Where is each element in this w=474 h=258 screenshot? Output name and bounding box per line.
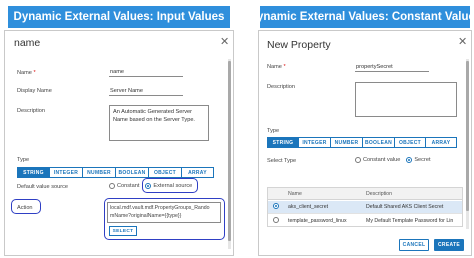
- tab-integer[interactable]: INTEGER: [50, 167, 83, 178]
- right-property-dialog: New Property ✕ Name * propertySecret Des…: [258, 30, 472, 256]
- secret-grid: Name Description aks_client_secret Defau…: [267, 187, 463, 227]
- row-description: My Default Template Password for Lin: [366, 217, 454, 224]
- row-description: Default Shared AKS Client Secret: [366, 204, 444, 210]
- tab-string[interactable]: STRING: [17, 167, 50, 178]
- select-type-label: Select Type: [267, 158, 297, 164]
- tab-number[interactable]: NUMBER: [331, 137, 363, 148]
- dialog-title: New Property: [267, 39, 331, 51]
- row-name: aks_client_secret: [288, 204, 329, 210]
- create-button[interactable]: CREATE: [434, 239, 464, 251]
- right-banner: Dynamic External Values: Constant Values: [249, 6, 474, 28]
- name-input[interactable]: propertySecret: [355, 63, 429, 72]
- dialog-title: name: [14, 37, 41, 49]
- radio-icon: [355, 157, 361, 163]
- table-row[interactable]: aks_client_secret Default Shared AKS Cli…: [268, 201, 462, 214]
- action-field-highlight: [104, 198, 225, 240]
- tab-string[interactable]: STRING: [267, 137, 299, 148]
- type-label: Type: [267, 128, 280, 134]
- radio-secret[interactable]: Secret: [406, 157, 431, 163]
- table-row[interactable]: template_password_linux My Default Templ…: [268, 214, 462, 227]
- tab-integer[interactable]: INTEGER: [299, 137, 331, 148]
- tab-array[interactable]: ARRAY: [426, 137, 457, 148]
- grid-header: Name Description: [268, 188, 462, 200]
- type-tabs: STRING INTEGER NUMBER BOOLEAN OBJECT ARR…: [267, 137, 457, 148]
- description-line: Name based on the Server Type.: [113, 117, 195, 123]
- select-type-radio-group: Constant value Secret: [355, 157, 437, 163]
- default-value-source-label: Default value source: [17, 184, 68, 190]
- tab-array[interactable]: ARRAY: [182, 167, 214, 178]
- close-icon[interactable]: ✕: [458, 37, 467, 48]
- action-label-highlight: [11, 199, 41, 214]
- cancel-button[interactable]: CANCEL: [399, 239, 429, 251]
- external-source-highlight: [142, 178, 198, 193]
- column-header-description[interactable]: Description: [366, 191, 462, 197]
- close-icon[interactable]: ✕: [220, 37, 229, 48]
- radio-icon: [109, 183, 115, 189]
- tab-boolean[interactable]: BOOLEAN: [116, 167, 149, 178]
- description-textarea[interactable]: An Automatic Generated Server Name based…: [109, 105, 209, 141]
- type-label: Type: [17, 157, 30, 163]
- name-input[interactable]: name: [109, 68, 183, 77]
- description-label: Description: [17, 108, 45, 114]
- radio-selected-icon: [406, 157, 413, 163]
- radio-icon[interactable]: [273, 216, 279, 223]
- display-name-label: Display Name: [17, 88, 52, 94]
- display-name-input[interactable]: Server Name: [109, 87, 183, 96]
- tab-number[interactable]: NUMBER: [83, 167, 116, 178]
- radio-selected-icon[interactable]: [273, 203, 279, 209]
- scrollbar-thumb[interactable]: [228, 61, 231, 241]
- required-mark: *: [33, 70, 36, 76]
- required-mark: *: [283, 64, 286, 70]
- scrollbar-thumb[interactable]: [466, 61, 469, 211]
- row-name: template_password_linux: [288, 217, 347, 224]
- description-textarea[interactable]: [355, 82, 457, 117]
- radio-constant-value[interactable]: Constant value: [355, 157, 400, 163]
- left-banner: Dynamic External Values: Input Values: [8, 6, 230, 28]
- name-label: Name *: [267, 64, 286, 70]
- left-property-dialog: name ✕ Name * name Display Name Server N…: [4, 30, 234, 256]
- tab-boolean[interactable]: BOOLEAN: [363, 137, 395, 148]
- radio-constant[interactable]: Constant: [109, 183, 139, 189]
- description-label: Description: [267, 84, 295, 90]
- description-line: An Automatic Generated Server: [113, 109, 192, 115]
- name-label: Name *: [17, 70, 36, 76]
- column-header-name[interactable]: Name: [288, 191, 366, 197]
- tab-object[interactable]: OBJECT: [149, 167, 182, 178]
- tab-object[interactable]: OBJECT: [395, 137, 426, 148]
- type-tabs: STRING INTEGER NUMBER BOOLEAN OBJECT ARR…: [17, 167, 214, 178]
